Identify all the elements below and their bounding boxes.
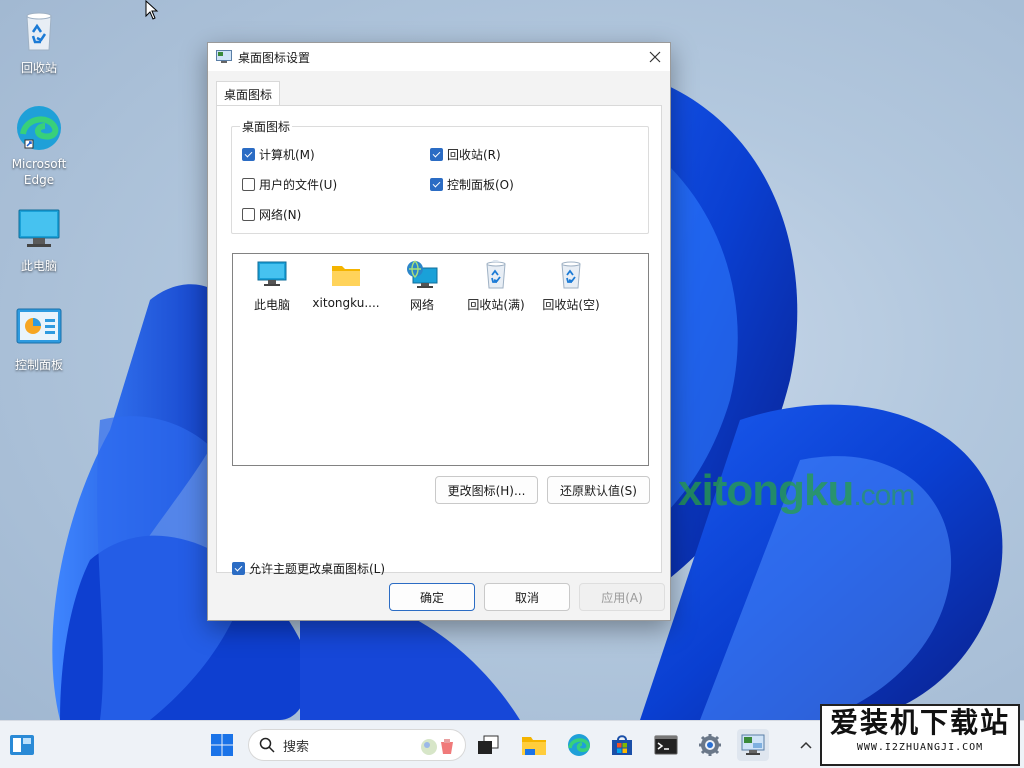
search-highlight-icon [421, 739, 453, 755]
list-item-label: xitongku.... [312, 296, 380, 310]
checkbox-user-files[interactable]: 用户的文件(U) [242, 176, 337, 193]
group-title: 桌面图标 [240, 118, 293, 135]
tab-strip: 桌面图标 [216, 81, 281, 106]
checkbox-network[interactable]: 网络(N) [242, 206, 301, 223]
recycle-bin-full-icon [479, 259, 513, 290]
show-hidden-icons-button[interactable] [790, 729, 822, 761]
checkbox-label: 控制面板(O) [447, 178, 514, 192]
dialog-title: 桌面图标设置 [238, 50, 311, 65]
desktop-icon-edge[interactable]: Microsoft Edge [3, 104, 75, 188]
restore-default-button[interactable]: 还原默认值(S) [547, 476, 650, 504]
store-icon [612, 735, 632, 755]
brand-name: 爱装机下载站 [829, 706, 1010, 739]
tab-panel: 桌面图标 计算机(M) 回收站(R) 用户的文件(U) 控制面板(O) 网络(N… [216, 105, 662, 576]
checkbox-label: 回收站(R) [447, 148, 501, 162]
file-explorer-button[interactable] [518, 729, 550, 761]
desktop-icons-group: 桌面图标 计算机(M) 回收站(R) 用户的文件(U) 控制面板(O) 网络(N… [231, 118, 649, 234]
checkbox-allow-themes[interactable]: 允许主题更改桌面图标(L) [232, 560, 385, 577]
checkbox-box[interactable] [232, 562, 245, 575]
control-panel-icon [15, 305, 63, 353]
checkbox-recycle-bin[interactable]: 回收站(R) [430, 146, 501, 163]
list-item-recycle-bin-full[interactable]: 回收站(满) [457, 259, 535, 313]
task-view-button[interactable] [472, 729, 504, 761]
tab-desktop-icons[interactable]: 桌面图标 [216, 81, 281, 106]
ok-button[interactable]: 确定 [389, 583, 475, 611]
checkbox-label: 计算机(M) [259, 148, 315, 162]
edge-icon [15, 104, 63, 152]
brand-url: WWW.I2ZHUANGJI.COM [856, 742, 984, 753]
checkbox-label: 网络(N) [259, 208, 302, 222]
chevron-up-icon [800, 741, 812, 749]
taskbar-search-box[interactable]: 搜索 [248, 729, 466, 761]
monitor-icon [255, 260, 289, 290]
apply-button[interactable]: 应用(A) [579, 583, 665, 611]
folder-icon [329, 260, 363, 290]
computer-icon [15, 206, 63, 254]
settings-button[interactable] [694, 729, 726, 761]
dialog-app-icon [216, 50, 232, 64]
list-item-user-folder[interactable]: xitongku.... [307, 260, 385, 310]
desktop-icon-control-panel[interactable]: 控制面板 [3, 305, 75, 373]
mouse-cursor-icon [145, 0, 159, 20]
list-item-label: 回收站(空) [542, 298, 600, 312]
change-icon-button[interactable]: 更改图标(H)... [435, 476, 538, 504]
recycle-bin-icon [15, 8, 63, 56]
terminal-icon [654, 735, 678, 755]
desktop-icon-label: 控制面板 [14, 358, 63, 372]
gear-icon [699, 734, 721, 756]
desktop-icon-settings-dialog: 桌面图标设置 桌面图标 桌面图标 计算机(M) 回收站(R) 用户的文件(U) [207, 42, 671, 621]
checkbox-box[interactable] [430, 148, 443, 161]
search-placeholder: 搜索 [283, 739, 310, 755]
checkbox-computer[interactable]: 计算机(M) [242, 146, 315, 163]
icon-list[interactable]: 此电脑 xitongku.... 网络 回收站(满) 回收站(空) [232, 253, 649, 466]
checkbox-label: 用户的文件(U) [259, 178, 338, 192]
list-item-network[interactable]: 网络 [383, 260, 461, 313]
search-icon [259, 737, 275, 753]
edge-icon [568, 734, 590, 756]
cancel-button[interactable]: 取消 [484, 583, 570, 611]
list-item-recycle-bin-empty[interactable]: 回收站(空) [532, 260, 610, 313]
checkbox-label: 允许主题更改桌面图标(L) [249, 562, 386, 576]
store-button[interactable] [606, 729, 638, 761]
list-item-this-pc[interactable]: 此电脑 [233, 260, 311, 313]
watermark-text: xitongku.com [678, 466, 915, 515]
list-item-label: 回收站(满) [467, 298, 525, 312]
checkbox-box[interactable] [242, 208, 255, 221]
widgets-button[interactable] [6, 729, 38, 761]
close-icon [649, 51, 661, 63]
desktop-icon-this-pc[interactable]: 此电脑 [3, 206, 75, 274]
folder-icon [522, 737, 546, 755]
checkbox-control-panel[interactable]: 控制面板(O) [430, 176, 514, 193]
network-icon [405, 260, 439, 290]
desktop-icon-label: 回收站 [20, 61, 57, 75]
desktop-icon-settings-taskbar-button[interactable] [737, 729, 769, 761]
start-button[interactable] [206, 729, 238, 761]
windows-logo-icon [211, 734, 233, 756]
widgets-icon [10, 735, 34, 755]
task-view-icon [478, 735, 499, 754]
checkbox-box[interactable] [242, 148, 255, 161]
brand-watermark: 爱装机下载站 WWW.I2ZHUANGJI.COM [820, 704, 1020, 766]
checkbox-box[interactable] [242, 178, 255, 191]
desktop-icon-label: 此电脑 [20, 259, 57, 273]
close-button[interactable] [640, 43, 670, 71]
desktop-icon-label: Microsoft Edge [11, 157, 67, 187]
checkbox-box[interactable] [430, 178, 443, 191]
list-item-label: 网络 [409, 298, 434, 312]
dialog-titlebar: 桌面图标设置 [208, 43, 670, 71]
recycle-bin-empty-icon [554, 260, 588, 290]
terminal-button[interactable] [650, 729, 682, 761]
list-item-label: 此电脑 [253, 298, 290, 312]
display-settings-icon [741, 734, 765, 755]
edge-taskbar-button[interactable] [563, 729, 595, 761]
desktop-icon-recycle-bin[interactable]: 回收站 [3, 8, 75, 76]
